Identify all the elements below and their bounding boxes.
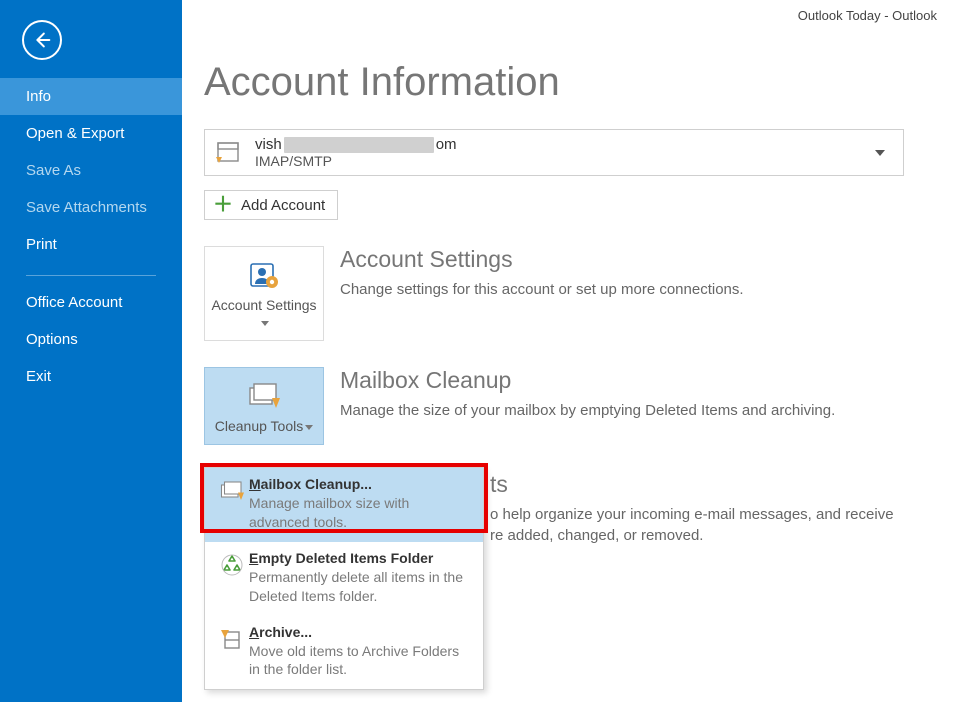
redacted-segment: [284, 137, 434, 153]
plus-icon: ＋: [213, 195, 233, 215]
backstage-sidebar: Info Open & Export Save As Save Attachme…: [0, 0, 182, 702]
add-account-button[interactable]: ＋ Add Account: [204, 190, 338, 220]
nav-save-attachments: Save Attachments: [0, 189, 182, 226]
menu-empty-deleted-desc: Permanently delete all items in the Dele…: [249, 568, 473, 606]
menu-empty-deleted[interactable]: Empty Deleted Items Folder Permanently d…: [205, 542, 483, 616]
menu-mailbox-cleanup[interactable]: Mailbox Cleanup... Manage mailbox size w…: [205, 468, 483, 542]
menu-mailbox-cleanup-desc: Manage mailbox size with advanced tools.: [249, 494, 473, 532]
section-mailbox-cleanup: Cleanup Tools Mailbox Cleanup Manage the…: [204, 367, 955, 445]
tile-cleanup-tools[interactable]: Cleanup Tools: [204, 367, 324, 445]
heading-account-settings: Account Settings: [340, 246, 744, 273]
recycle-icon: [215, 552, 249, 578]
nav-divider: [26, 275, 156, 276]
back-button[interactable]: [22, 20, 62, 60]
tile-account-settings[interactable]: Account Settings: [204, 246, 324, 341]
nav-print[interactable]: Print: [0, 226, 182, 263]
account-protocol: IMAP/SMTP: [255, 153, 875, 169]
nav-exit[interactable]: Exit: [0, 358, 182, 395]
arrow-left-icon: [31, 29, 53, 51]
nav-info[interactable]: Info: [0, 78, 182, 115]
account-email-prefix: vish: [255, 136, 282, 153]
account-email-suffix: om: [436, 136, 457, 153]
tile-cleanup-tools-label: Cleanup Tools: [215, 418, 303, 434]
heading-mailbox-cleanup: Mailbox Cleanup: [340, 367, 835, 394]
page-title: Account Information: [204, 60, 955, 105]
mailbox-icon: [215, 140, 243, 166]
nav-office-account[interactable]: Office Account: [0, 284, 182, 321]
desc-mailbox-cleanup: Manage the size of your mailbox by empty…: [340, 400, 835, 421]
account-settings-icon: [211, 257, 317, 293]
mailbox-cleanup-icon: [215, 478, 249, 504]
chevron-down-icon: [875, 150, 885, 156]
tile-account-settings-label: Account Settings: [211, 297, 316, 313]
add-account-label: Add Account: [241, 197, 325, 214]
desc-account-settings: Change settings for this account or set …: [340, 279, 744, 300]
account-selector[interactable]: vish om IMAP/SMTP: [204, 129, 904, 176]
nav-options[interactable]: Options: [0, 321, 182, 358]
account-text: vish om IMAP/SMTP: [255, 136, 875, 169]
menu-archive[interactable]: Archive... Move old items to Archive Fol…: [205, 616, 483, 690]
nav-save-as: Save As: [0, 152, 182, 189]
chevron-down-icon: [305, 425, 313, 430]
archive-icon: [215, 626, 249, 652]
chevron-down-icon: [261, 321, 269, 326]
section-account-settings: Account Settings Account Settings Change…: [204, 246, 955, 341]
nav-open-export[interactable]: Open & Export: [0, 115, 182, 152]
cleanup-tools-menu: Mailbox Cleanup... Manage mailbox size w…: [204, 467, 484, 690]
cleanup-tools-icon: [211, 378, 317, 414]
menu-archive-desc: Move old items to Archive Folders in the…: [249, 642, 473, 680]
